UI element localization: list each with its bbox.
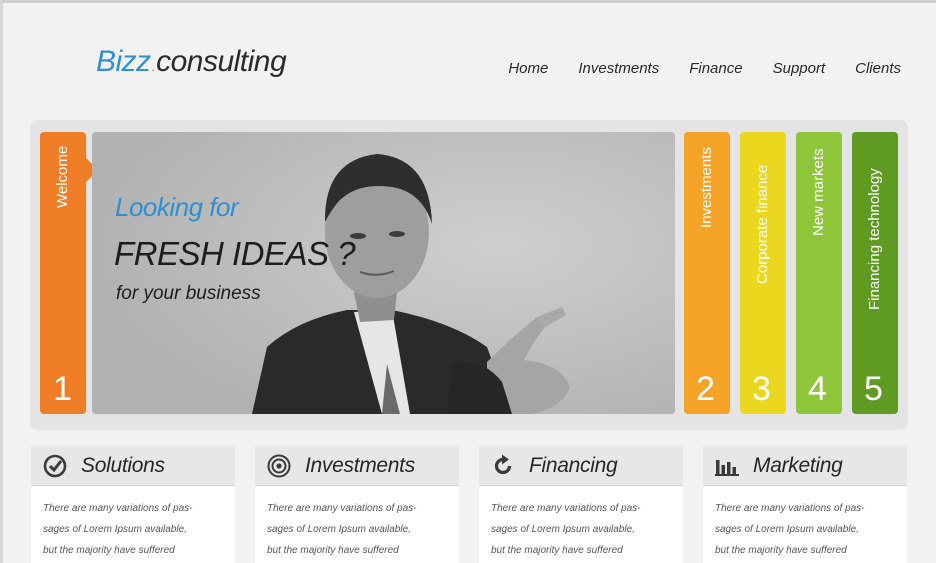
card-text-line: but the majority have suffered <box>491 545 623 556</box>
nav-support[interactable]: Support <box>773 60 826 77</box>
slider-tab-number: 1 <box>53 370 72 408</box>
card-text: There are many variations of pas- sages … <box>479 486 679 561</box>
hero-slide <box>92 132 675 414</box>
left-border <box>0 0 3 563</box>
logo[interactable]: Bizz.consulting <box>96 44 287 84</box>
slider-tab-welcome[interactable]: Welcome 1 <box>40 132 86 414</box>
card-text: There are many variations of pas- sages … <box>31 486 231 561</box>
card-title: Solutions <box>81 453 165 477</box>
slider-tab-label: Welcome <box>54 145 71 208</box>
target-check-icon <box>43 454 67 478</box>
hero-heading-small: Looking for <box>115 192 239 222</box>
card-title: Financing <box>529 453 618 477</box>
card-title: Marketing <box>753 453 843 477</box>
card-title: Investments <box>305 453 415 477</box>
nav-investments[interactable]: Investments <box>578 60 659 77</box>
target-rings-icon <box>267 454 291 478</box>
slider-tab-investments[interactable]: Investments 2 <box>684 132 730 414</box>
card-text-line: but the majority have suffered <box>715 545 847 556</box>
card-text-line: but the majority have suffered <box>43 545 175 556</box>
card-header[interactable]: Marketing <box>703 446 907 486</box>
main-nav: Home Investments Finance Support Clients <box>508 60 901 77</box>
slider-tab-label: Investments <box>698 147 715 228</box>
card-text: There are many variations of pas- sages … <box>703 486 903 561</box>
slider-tab-number: 3 <box>752 370 771 408</box>
card-text-line: There are many variations of pas- <box>491 503 641 514</box>
logo-part2: consulting <box>156 45 287 78</box>
logo-part1: Bizz <box>96 45 151 78</box>
nav-finance[interactable]: Finance <box>689 60 742 77</box>
slider-tab-new-markets[interactable]: New markets 4 <box>796 132 842 414</box>
slider-tab-financing-technology[interactable]: Financing technology 5 <box>852 132 898 414</box>
feature-card-marketing: Marketing There are many variations of p… <box>703 446 907 563</box>
hero-photo <box>92 132 675 414</box>
slider-tab-number: 2 <box>696 370 715 408</box>
card-header[interactable]: Solutions <box>31 446 235 486</box>
slider-tab-number: 4 <box>808 370 827 408</box>
slider-tab-number: 5 <box>864 370 883 408</box>
card-text-line: sages of Lorem Ipsum available, <box>267 524 411 535</box>
slider-tab-corporate-finance[interactable]: Corporate finance 3 <box>740 132 786 414</box>
card-text-line: There are many variations of pas- <box>43 503 193 514</box>
nav-clients[interactable]: Clients <box>855 60 901 77</box>
card-header[interactable]: Financing <box>479 446 683 486</box>
bar-chart-icon <box>715 454 739 478</box>
feature-card-solutions: Solutions There are many variations of p… <box>31 446 235 563</box>
slider-tab-label: New markets <box>810 148 827 236</box>
card-text-line: There are many variations of pas- <box>715 503 865 514</box>
slider-tab-label: Corporate finance <box>754 164 771 284</box>
hero-subheading: for your business <box>116 283 261 304</box>
card-text-line: sages of Lorem Ipsum available, <box>715 524 859 535</box>
feature-card-financing: Financing There are many variations of p… <box>479 446 683 563</box>
card-text-line: but the majority have suffered <box>267 545 399 556</box>
card-header[interactable]: Investments <box>255 446 459 486</box>
card-text-line: sages of Lorem Ipsum available, <box>43 524 187 535</box>
slider-tab-label: Financing technology <box>866 168 883 310</box>
top-border <box>0 0 936 3</box>
hero-heading-large: FRESH IDEAS ? <box>114 235 356 272</box>
logo-dot: . <box>151 58 156 74</box>
card-text: There are many variations of pas- sages … <box>255 486 455 561</box>
card-text-line: sages of Lorem Ipsum available, <box>491 524 635 535</box>
feature-card-investments: Investments There are many variations of… <box>255 446 459 563</box>
nav-home[interactable]: Home <box>508 60 548 77</box>
card-text-line: There are many variations of pas- <box>267 503 417 514</box>
refresh-icon <box>491 454 515 478</box>
